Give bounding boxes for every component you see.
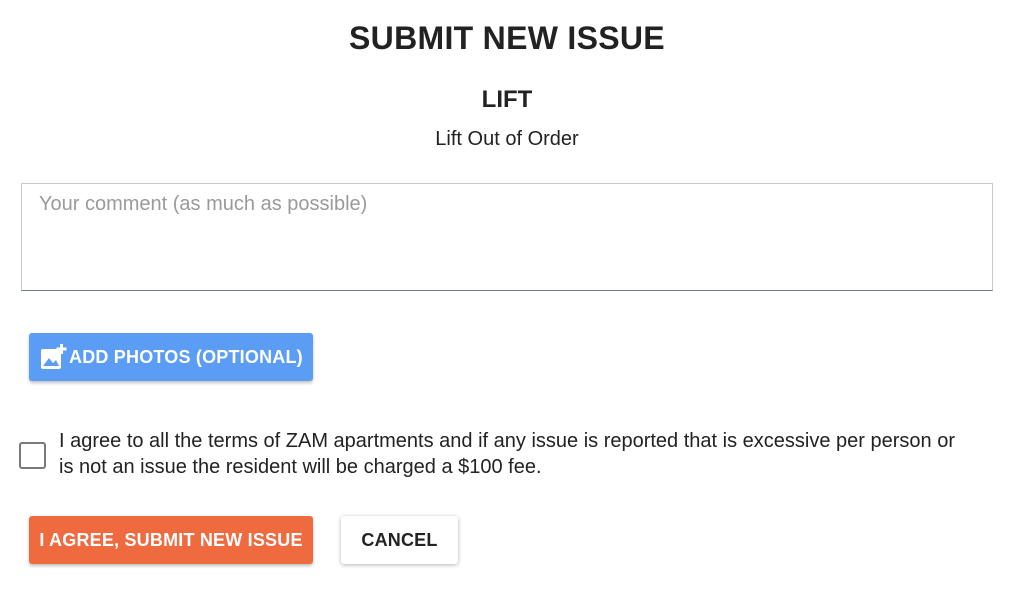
cancel-button[interactable]: CANCEL [341,516,458,564]
submit-issue-label: I AGREE, SUBMIT NEW ISSUE [39,529,303,550]
cancel-label: CANCEL [361,529,438,550]
agree-checkbox[interactable] [19,442,46,469]
submit-issue-dialog: SUBMIT NEW ISSUE LIFT Lift Out of Order … [0,0,1014,590]
page-title: SUBMIT NEW ISSUE [349,20,665,56]
add-photo-icon [40,343,68,371]
agreement-row: I agree to all the terms of ZAM apartmen… [19,428,979,480]
issue-category: LIFT [481,86,533,113]
submit-issue-button[interactable]: I AGREE, SUBMIT NEW ISSUE [29,516,313,564]
comment-input[interactable] [22,184,992,290]
issue-subcategory: Lift Out of Order [435,128,579,150]
agreement-text: I agree to all the terms of ZAM apartmen… [59,430,955,478]
comment-field[interactable] [21,183,993,291]
add-photos-label: ADD PHOTOS (OPTIONAL) [69,346,303,367]
add-photos-button[interactable]: ADD PHOTOS (OPTIONAL) [29,333,313,381]
